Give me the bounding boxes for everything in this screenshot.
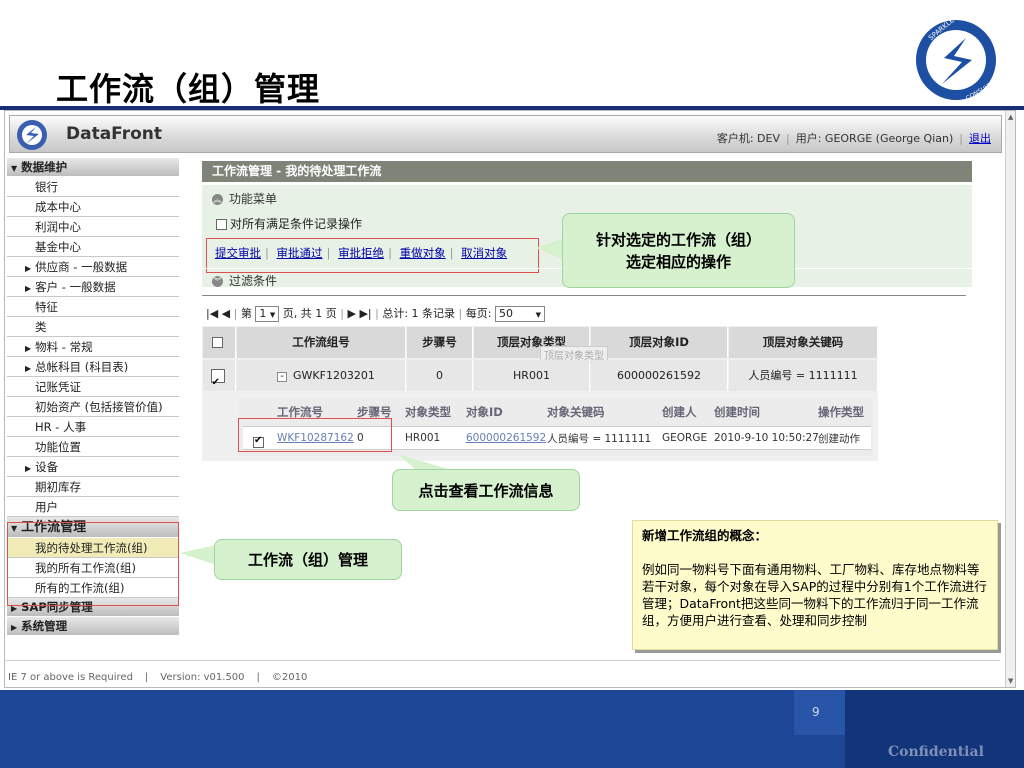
page-select[interactable]: 1 ▼ xyxy=(255,306,280,322)
sub-header-key: 对象关键码 xyxy=(547,405,605,419)
sidebar-item-function-location[interactable]: 功能位置 xyxy=(7,437,179,457)
sub-header-op: 操作类型 xyxy=(818,405,864,419)
header-group-no: 工作流组号 xyxy=(237,327,406,358)
sidebar-item-characteristic[interactable]: 特征 xyxy=(7,297,179,317)
sub-row-type: HR001 xyxy=(405,432,441,444)
chevron-right-icon: ▶ xyxy=(11,623,18,632)
slide-title: 工作流（组）管理 xyxy=(56,70,321,108)
sub-row-key: 人员编号 = 1111111 xyxy=(547,433,652,445)
row-checkbox-cell[interactable] xyxy=(203,360,236,398)
sub-header-created: 创建时间 xyxy=(714,405,760,419)
sidebar-item-profit-center[interactable]: 利润中心 xyxy=(7,217,179,237)
sidebar-item-voucher[interactable]: 记账凭证 xyxy=(7,377,179,397)
callout-sidebar: 工作流（组）管理 xyxy=(214,539,402,580)
chevron-right-icon: ▶ xyxy=(25,284,32,293)
row-step: 0 xyxy=(407,360,473,391)
app-footer: IE 7 or above is Required | Version: v01.5… xyxy=(8,672,308,683)
sidebar-item-user[interactable]: 用户 xyxy=(7,497,179,517)
logout-link[interactable]: 退出 xyxy=(969,132,991,145)
sidebar-highlight-box xyxy=(7,522,179,606)
row-checkbox[interactable] xyxy=(210,367,225,398)
sub-header-type: 对象类型 xyxy=(405,405,451,419)
sidebar-item-vendor[interactable]: ▶ 供应商 - 一般数据 xyxy=(7,257,179,277)
sidebar-item-customer[interactable]: ▶ 客户 - 一般数据 xyxy=(7,277,179,297)
sidebar-section-system[interactable]: ▶ 系统管理 xyxy=(7,617,179,636)
sidebar-item-equipment[interactable]: ▶ 设备 xyxy=(7,457,179,477)
sidebar-item-initial-stock[interactable]: 期初库存 xyxy=(7,477,179,497)
sidebar-item-material[interactable]: ▶ 物料 - 常规 xyxy=(7,337,179,357)
sidebar-section-data[interactable]: ▼ 数据维护 xyxy=(7,158,179,177)
chevron-right-icon: ▶ xyxy=(25,344,32,353)
sidebar-item-hr[interactable]: HR - 人事 xyxy=(7,417,179,437)
sub-header-creator: 创建人 xyxy=(662,405,697,419)
chevron-down-icon: ▼ xyxy=(269,311,276,319)
confidential-label: Confidential xyxy=(888,744,984,760)
sparkle-consulting-logo: SPARKLE CONSULTING xyxy=(916,18,998,102)
per-page-select[interactable]: 50 ▼ xyxy=(494,306,545,322)
header-top-id: 顶层对象ID xyxy=(591,327,728,358)
concept-note: 新增工作流组的概念： 例如同一物料号下面有通用物料、工厂物料、库存地点物料等若干… xyxy=(632,520,998,650)
row-top-id: 600000261592 xyxy=(591,360,728,391)
row-top-key: 人员编号 = 1111111 xyxy=(729,360,878,391)
first-page-icon[interactable]: |◀ xyxy=(206,307,218,320)
page-number: 9 xyxy=(812,705,820,719)
main-header: 工作流管理 - 我的待处理工作流 xyxy=(202,161,972,182)
row-highlight-box xyxy=(238,418,392,452)
sub-row-created: 2010-9-10 10:50:27 xyxy=(714,432,819,444)
client-label: 客户机: DEV xyxy=(716,132,780,145)
callout-row: 点击查看工作流信息 xyxy=(392,469,580,511)
filter-toggle[interactable]: ︾ 过滤条件 xyxy=(212,272,277,289)
select-all-checkbox[interactable] xyxy=(212,337,223,348)
sidebar-item-initial-asset[interactable]: 初始资产 (包括接管价值) xyxy=(7,397,179,417)
chevron-right-icon: ▶ xyxy=(25,464,32,473)
collapse-icon: ︽ xyxy=(212,194,223,205)
row-top-type: HR001 xyxy=(474,360,590,391)
sidebar-item-cost-center[interactable]: 成本中心 xyxy=(7,197,179,217)
collapse-row-icon[interactable]: - xyxy=(277,372,287,382)
chevron-down-icon: ▼ xyxy=(11,164,18,173)
header-step: 步骤号 xyxy=(407,327,473,358)
scroll-up-icon[interactable]: ▲ xyxy=(1008,113,1013,121)
sub-row-op: 创建动作 xyxy=(818,433,860,445)
sub-row-id-link[interactable]: 600000261592 xyxy=(466,432,546,444)
sub-header-id: 对象ID xyxy=(466,405,503,419)
row-group-no: - GWKF1203201 xyxy=(237,360,406,391)
select-all-header[interactable] xyxy=(203,327,236,358)
user-label: 用户: GEORGE (George Qian) xyxy=(795,132,954,145)
app-name: DataFront xyxy=(66,124,162,144)
header-top-key: 顶层对象关键码 xyxy=(729,327,878,358)
scroll-down-icon[interactable]: ▼ xyxy=(1008,677,1013,685)
all-records-option[interactable]: 对所有满足条件记录操作 xyxy=(216,215,362,232)
user-info: 客户机: DEV | 用户: GEORGE (George Qian) | 退出 xyxy=(716,132,991,145)
sidebar-item-gl-account[interactable]: ▶ 总帐科目 (科目表) xyxy=(7,357,179,377)
all-records-checkbox[interactable] xyxy=(216,219,227,230)
expand-icon: ︾ xyxy=(212,276,223,287)
scrollbar[interactable]: ▲ ▼ xyxy=(1005,111,1015,687)
prev-page-icon[interactable]: ◀ xyxy=(222,307,230,320)
sidebar-item-bank[interactable]: 银行 xyxy=(7,177,179,197)
next-page-icon[interactable]: ▶ xyxy=(347,307,355,320)
datafront-logo-icon xyxy=(17,120,47,150)
note-title: 新增工作流组的概念： xyxy=(642,528,768,543)
sidebar-item-fund-center[interactable]: 基金中心 xyxy=(7,237,179,257)
sub-row-creator: GEORGE xyxy=(662,432,708,444)
footer-divider xyxy=(4,660,1000,661)
chevron-right-icon: ▶ xyxy=(25,364,32,373)
chevron-down-icon: ▼ xyxy=(535,311,541,319)
pager: |◀ ◀ | 第 1 ▼ 页, 共 1 页 | ▶ ▶| | 总计: 1 条记录… xyxy=(206,305,545,322)
chevron-right-icon: ▶ xyxy=(25,264,32,273)
callout-pointer xyxy=(180,545,216,565)
last-page-icon[interactable]: ▶| xyxy=(359,307,371,320)
app-header: DataFront 客户机: DEV | 用户: GEORGE (George Qi… xyxy=(9,115,1002,153)
note-body: 例如同一物料号下面有通用物料、工厂物料、库存地点物料等若干对象，每个对象在导入S… xyxy=(642,562,987,628)
sidebar-item-class[interactable]: 类 xyxy=(7,317,179,337)
callout-actions: 针对选定的工作流（组） 选定相应的操作 xyxy=(562,213,795,288)
function-menu-toggle[interactable]: ︽ 功能菜单 xyxy=(212,190,277,207)
section-divider xyxy=(202,295,966,296)
